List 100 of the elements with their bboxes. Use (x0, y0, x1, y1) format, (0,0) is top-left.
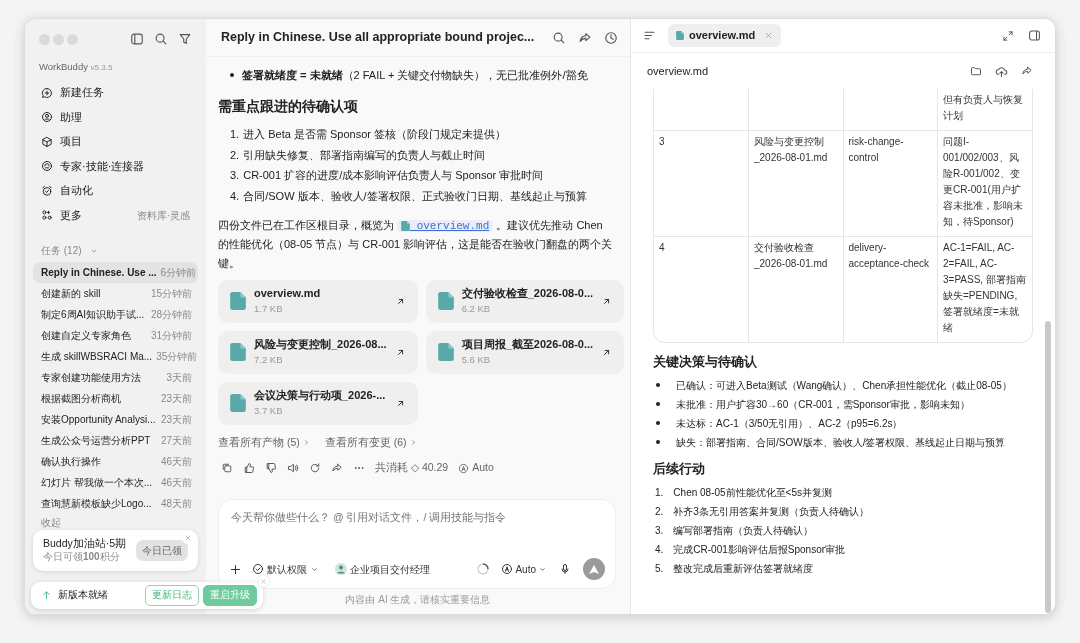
table-cell: AC-1=FAIL, AC-2=FAIL, AC-3=PASS, 部署指南缺失=PENDING, 签署就绪度=未就绪 (937, 236, 1032, 342)
app-name: WorkBuddy (39, 61, 88, 72)
search-icon (552, 30, 566, 45)
section-heading: 后续行动 (653, 462, 706, 477)
task-item[interactable]: 生成 skillWBSRACI Ma... 35分钟前 (33, 346, 198, 368)
up-arrow-icon (41, 590, 52, 601)
expand-button[interactable] (1002, 29, 1014, 42)
table-cell: 问题I-001/002/003、风险R-001/002、变更CR-001(用户扩容未批准，影响未知，待Sponsor) (937, 130, 1032, 237)
nav-item[interactable]: 项目 (33, 129, 198, 154)
dislike-button[interactable] (265, 462, 277, 475)
file-card[interactable]: 会议决策与行动项_2026-... 3.7 KB (218, 381, 418, 425)
task-item[interactable]: 安装Opportunity Analysi... 23天前 (33, 409, 198, 431)
file-card[interactable]: 交付验收检查_2026-08-0... 6.2 KB (425, 279, 625, 323)
task-item[interactable]: 根据截图分析商机 23天前 (33, 388, 198, 410)
like-button[interactable] (243, 462, 255, 475)
file-card[interactable]: 项目周报_截至2026-08-0... 5.6 KB (425, 330, 625, 374)
model-label: Auto (472, 460, 494, 476)
close-icon (260, 577, 267, 585)
bullet-marker (656, 383, 660, 387)
nav-item[interactable]: 专家·技能·连接器 (33, 153, 198, 179)
send-icon (589, 564, 599, 574)
task-item[interactable]: 生成公众号运营分析PPT 27天前 (33, 430, 198, 452)
view-all-link[interactable]: 查看所有变更 (6) (324, 434, 418, 451)
file-size: 1.7 KB (254, 302, 284, 317)
expand-icon (1002, 29, 1014, 42)
task-item[interactable]: 确认执行操作 46天前 (33, 451, 198, 473)
circle-icon (458, 462, 470, 474)
copy-button[interactable] (221, 462, 233, 475)
nav-item[interactable]: 新建任务 (33, 80, 198, 105)
send-button[interactable] (583, 558, 605, 580)
table-cell: 交付验收检查_2026-08-01.md (748, 236, 843, 342)
file-size: 6.2 KB (461, 302, 492, 317)
nav-item[interactable]: 助理 (33, 104, 198, 130)
task-item[interactable]: 制定6周AI知识助手试... 28分钟前 (33, 304, 198, 326)
menu-button[interactable] (643, 29, 656, 42)
voice-button[interactable] (559, 563, 571, 575)
update-text: 新版本就绪 (58, 588, 108, 603)
nav-item[interactable]: 自动化 (33, 178, 198, 203)
table-cell: 但有负责人与恢复计划 (937, 89, 1032, 131)
copy-icon (221, 462, 233, 475)
folder-icon (970, 65, 982, 77)
task-item[interactable]: 创建新的 skill 15分钟前 (33, 283, 198, 305)
add-button[interactable] (229, 562, 242, 576)
filter-button[interactable] (178, 32, 192, 46)
message-input[interactable]: 今天帮你做些什么？ @ 引用对话文件，/ 调用技能与指令 (229, 510, 605, 526)
scrollbar-thumb[interactable] (1045, 321, 1051, 613)
alarm-clock-icon (41, 184, 53, 197)
file-name: 风险与变更控制_2026-08... (254, 337, 387, 353)
list-text: 补齐3条无引用答案并复测（负责人待确认） (673, 505, 869, 519)
nav-hint: 资料库·灵感 (136, 208, 190, 223)
file-name: 交付验收检查_2026-08-0... (461, 286, 594, 302)
grid-icon (41, 209, 53, 221)
file-link[interactable]: overview.md (397, 220, 494, 233)
list-text: 进入 Beta 是否需 Sponsor 签核（阶段门规定未提供） (243, 127, 506, 143)
list-text: 整改完成后重新评估签署就绪度 (673, 562, 814, 576)
clock-icon (604, 30, 618, 45)
app-version: v5.3.5 (90, 63, 113, 72)
panel-icon (1028, 29, 1041, 42)
upload-button[interactable] (995, 64, 1008, 78)
task-item[interactable]: 幻灯片 帮我做一个本次... 46天前 (33, 472, 198, 494)
bullet-text: 签署就绪度 = 未就绪（2 FAIL + 关键交付物缺失），无已批准例外/豁免 (242, 68, 588, 83)
read-aloud-button[interactable] (287, 462, 299, 475)
list-number: 5. (655, 562, 664, 576)
file-name: overview.md (254, 286, 322, 302)
nav-item[interactable]: 更多 资料库·灵感 (33, 202, 198, 228)
permission-dropdown[interactable]: 默认权限 (252, 561, 319, 577)
sidebar-toggle-button[interactable] (130, 32, 144, 46)
close-icon (764, 31, 774, 40)
face-circle-icon (41, 160, 53, 172)
file-card[interactable]: overview.md 1.7 KB (218, 279, 418, 323)
history-button[interactable] (604, 30, 618, 45)
upload-icon (995, 64, 1008, 78)
table-cell: 风险与变更控制_2026-08-01.md (748, 130, 843, 237)
panel-toggle-button[interactable] (1028, 29, 1041, 42)
share-button[interactable] (578, 30, 592, 45)
list-number: 2. (230, 147, 240, 163)
search-button[interactable] (154, 32, 168, 46)
list-text: 未达标：AC-1（3/50无引用）、AC-2（p95=6.2s） (676, 417, 903, 431)
list-text: 合同/SOW 版本、验收人/签署权限、正式验收门日期、基线起止与预算 (243, 188, 587, 204)
task-item[interactable]: Reply in Chinese. Use ... 6分钟前 (33, 262, 198, 284)
model-dropdown[interactable]: Auto (501, 561, 547, 577)
regenerate-button[interactable] (309, 462, 321, 475)
view-all-link[interactable]: 查看所有产物 (5) (218, 434, 311, 451)
agent-selector[interactable]: 企业项目交付经理 (335, 561, 430, 577)
file-name: 项目周报_截至2026-08-0... (461, 337, 594, 353)
refresh-icon (309, 462, 321, 475)
list-text: 已确认：可进入Beta测试（Wang确认）、Chen承担性能优化（截止08-05） (676, 379, 1012, 393)
thumbs-down-icon (265, 462, 277, 475)
file-card[interactable]: 风险与变更控制_2026-08... 7.2 KB (218, 330, 418, 374)
file-size: 3.7 KB (254, 404, 284, 419)
file-name: 会议决策与行动项_2026-... (254, 388, 387, 404)
list-number: 4. (655, 543, 664, 557)
task-item[interactable]: 专家创建功能使用方法 3天前 (33, 367, 198, 389)
task-item[interactable]: 创建自定义专家角色 31分钟前 (33, 325, 198, 347)
search-button[interactable] (552, 30, 566, 45)
task-item[interactable]: 查询慧新模板缺少Logo... 48天前 (33, 493, 198, 515)
bullet-marker (656, 402, 660, 406)
open-folder-button[interactable] (970, 64, 982, 78)
speaker-icon (287, 462, 299, 475)
file-tab[interactable]: overview.md (668, 24, 782, 47)
